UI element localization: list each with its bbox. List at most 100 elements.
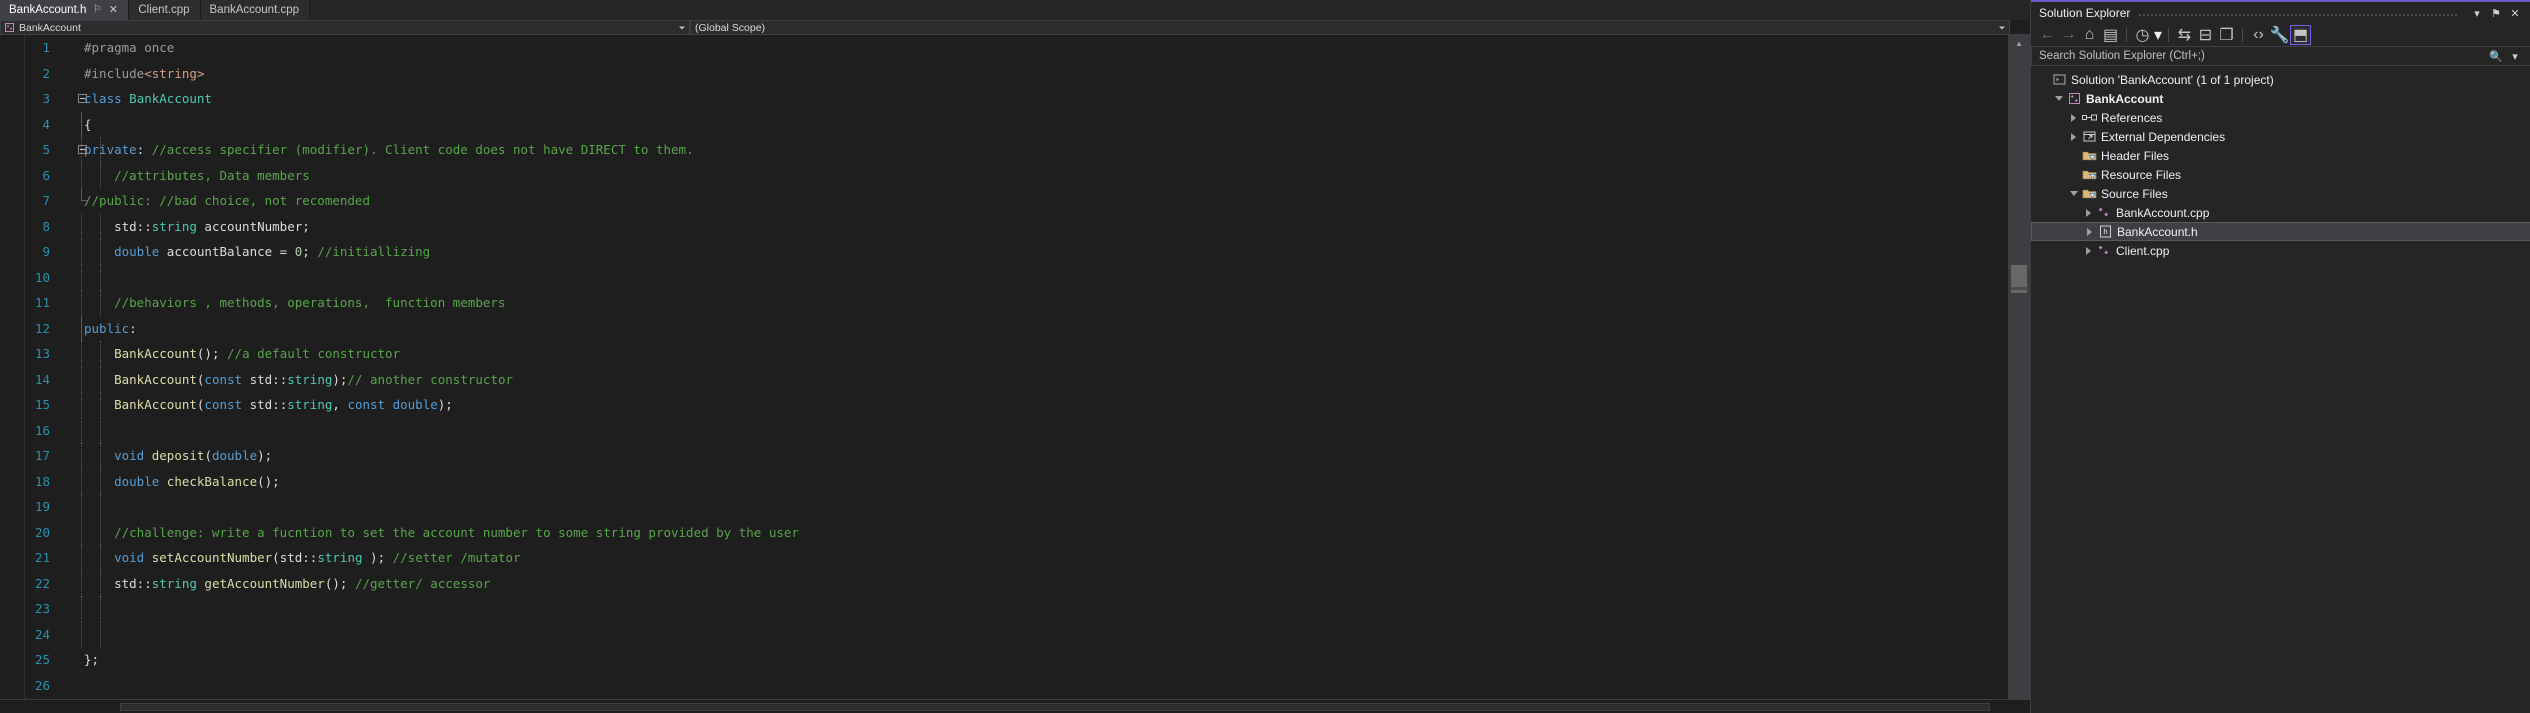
editor-split-handle[interactable] [0, 699, 2030, 713]
code-line[interactable]: 20 //challenge: write a fucntion to set … [0, 519, 2008, 545]
fold-bracket-line [81, 111, 82, 137]
pending-changes-caret[interactable]: ▾ [2153, 25, 2163, 45]
fold-bracket-line [81, 315, 82, 341]
member-scope-dropdown[interactable]: (Global Scope) [690, 20, 2010, 35]
collapse-all-icon[interactable]: ⊟ [2195, 25, 2216, 45]
code-line[interactable]: 26 [0, 673, 2008, 699]
code-line[interactable]: 23 [0, 596, 2008, 622]
code-line[interactable]: 8 std::string accountNumber; [0, 213, 2008, 239]
search-solution-explorer-input[interactable]: Search Solution Explorer (Ctrl+;) 🔍 ▾ [2031, 46, 2530, 66]
code-line[interactable]: 5 private: //access specifier (modifier).… [0, 137, 2008, 163]
solution-tree[interactable]: Solution 'BankAccount' (1 of 1 project) B… [2031, 68, 2530, 713]
tree-item-selected[interactable]: h BankAccount.h [2031, 222, 2530, 241]
solution-explorer-toolbar[interactable]: ← → ⌂ ▤ ◷ ▾ ⇆ ⊟ ❐ ‹› 🔧 ⬒ [2031, 24, 2530, 46]
chevron-down-icon[interactable] [1999, 26, 2005, 29]
code-line[interactable]: 1 #pragma once [0, 35, 2008, 61]
tree-item[interactable]: Source Files [2031, 184, 2530, 203]
tree-item[interactable]: External Dependencies [2031, 127, 2530, 146]
show-all-files-icon[interactable]: ‹› [2248, 25, 2269, 45]
preview-selected-icon[interactable]: ⬒ [2290, 25, 2311, 45]
code-editor[interactable]: 1 #pragma once 2 #include<string> 3 class Ban… [0, 35, 2030, 713]
tree-item[interactable]: Client.cpp [2031, 241, 2530, 260]
chevron-right-icon[interactable] [2082, 246, 2095, 255]
properties-window-icon[interactable]: ❐ [2216, 25, 2237, 45]
solution-explorer-title-bar[interactable]: Solution Explorer ▾ ⚑ ✕ [2031, 2, 2530, 24]
line-number: 25 [34, 652, 50, 667]
code-line[interactable]: 17 void deposit(double); [0, 443, 2008, 469]
chevron-right-icon[interactable] [2083, 227, 2096, 236]
code-line[interactable]: 24 [0, 621, 2008, 647]
editor-vertical-scrollbar[interactable]: ▲ ▼ [2008, 35, 2030, 713]
magnifier-icon[interactable]: 🔍 [2488, 50, 2504, 63]
filter-folder-icon [2080, 168, 2099, 181]
line-number: 1 [42, 40, 50, 55]
tree-item[interactable]: BankAccount.cpp [2031, 203, 2530, 222]
tree-item[interactable]: References [2031, 108, 2530, 127]
code-token: const [347, 397, 386, 412]
chevron-down-icon[interactable] [2067, 191, 2080, 196]
fold-bracket-line [81, 570, 82, 596]
forward-icon[interactable]: → [2058, 25, 2079, 45]
sync-with-editor-icon[interactable]: ⇆ [2174, 25, 2195, 45]
pin-icon[interactable]: ⚑ [2488, 7, 2504, 20]
code-line[interactable]: 12 public: [0, 315, 2008, 341]
pin-icon[interactable]: ⚐ [92, 0, 102, 20]
chevron-down-icon[interactable]: ▾ [2507, 50, 2523, 63]
code-line[interactable]: 16 [0, 417, 2008, 443]
chevron-down-icon[interactable] [679, 26, 685, 29]
code-line[interactable]: 3 class BankAccount [0, 86, 2008, 112]
code-line[interactable]: 6 //attributes, Data members [0, 162, 2008, 188]
fold-bracket-line [81, 621, 82, 647]
close-icon[interactable]: ✕ [2507, 7, 2523, 20]
code-token: BankAccount [84, 346, 197, 361]
dropdown-icon[interactable]: ▾ [2469, 7, 2485, 20]
code-line-text: double accountBalance = 0; //initiallizi… [84, 239, 430, 265]
chevron-down-icon[interactable] [2052, 96, 2065, 101]
back-icon[interactable]: ← [2037, 25, 2058, 45]
code-line[interactable]: 9 double accountBalance = 0; //initialli… [0, 239, 2008, 265]
code-line[interactable]: 19 [0, 494, 2008, 520]
tree-item-label: BankAccount.cpp [2116, 205, 2210, 220]
solution-view-icon[interactable]: ▤ [2100, 25, 2121, 45]
line-number: 20 [34, 524, 50, 540]
tree-item[interactable]: Solution 'BankAccount' (1 of 1 project) [2031, 70, 2530, 89]
pending-changes-icon[interactable]: ◷ [2132, 25, 2153, 45]
title-drag-dots [2138, 2, 2458, 24]
code-token: double [114, 244, 160, 259]
code-token: //access specifier (modifier). Client co… [151, 142, 694, 157]
code-line[interactable]: 10 [0, 264, 2008, 290]
code-line[interactable]: 7 //public: //bad choice, not recomended [0, 188, 2008, 214]
code-line[interactable]: 14 BankAccount(const std::string);// ano… [0, 366, 2008, 392]
fold-bracket-end [81, 188, 87, 201]
tree-item[interactable]: Resource Files [2031, 165, 2530, 184]
code-line[interactable]: 13 BankAccount(); //a default constructo… [0, 341, 2008, 367]
chevron-right-icon[interactable] [2082, 208, 2095, 217]
properties-icon[interactable]: 🔧 [2269, 25, 2290, 45]
code-token: setAccountNumber [151, 550, 273, 565]
tab-bankaccount-cpp[interactable]: BankAccount.cpp [200, 0, 311, 20]
code-line[interactable]: 4{ [0, 111, 2008, 137]
chevron-right-icon[interactable] [2067, 132, 2080, 141]
code-surface[interactable]: 1 #pragma once 2 #include<string> 3 class Ban… [0, 35, 2008, 713]
code-line[interactable]: 22 std::string getAccountNumber(); //get… [0, 570, 2008, 596]
toolbar-separator [2126, 28, 2127, 42]
code-token: : [136, 142, 152, 157]
code-token: deposit [151, 448, 205, 463]
close-icon[interactable]: ✕ [108, 0, 118, 20]
tree-item[interactable]: BankAccount [2031, 89, 2530, 108]
tree-item[interactable]: Header Files [2031, 146, 2530, 165]
code-line[interactable]: 11 //behaviors , methods, operations, fu… [0, 290, 2008, 316]
code-line[interactable]: 18 double checkBalance(); [0, 468, 2008, 494]
home-icon[interactable]: ⌂ [2079, 25, 2100, 45]
code-line[interactable]: 15 BankAccount(const std::string, const … [0, 392, 2008, 418]
tab-client-cpp[interactable]: Client.cpp [129, 0, 201, 20]
code-token: string [151, 575, 197, 591]
code-line[interactable]: 25}; [0, 647, 2008, 673]
type-scope-dropdown[interactable]: BankAccount [0, 20, 690, 35]
code-line[interactable]: 2 #include<string> [0, 61, 2008, 87]
filter-folder-icon [2080, 187, 2099, 200]
tab-bankaccount-h[interactable]: BankAccount.h ⚐ ✕ [0, 0, 130, 20]
chevron-right-icon[interactable] [2067, 113, 2080, 122]
scroll-up-arrow[interactable]: ▲ [2008, 35, 2030, 53]
code-line[interactable]: 21 void setAccountNumber(std::string ); … [0, 545, 2008, 571]
